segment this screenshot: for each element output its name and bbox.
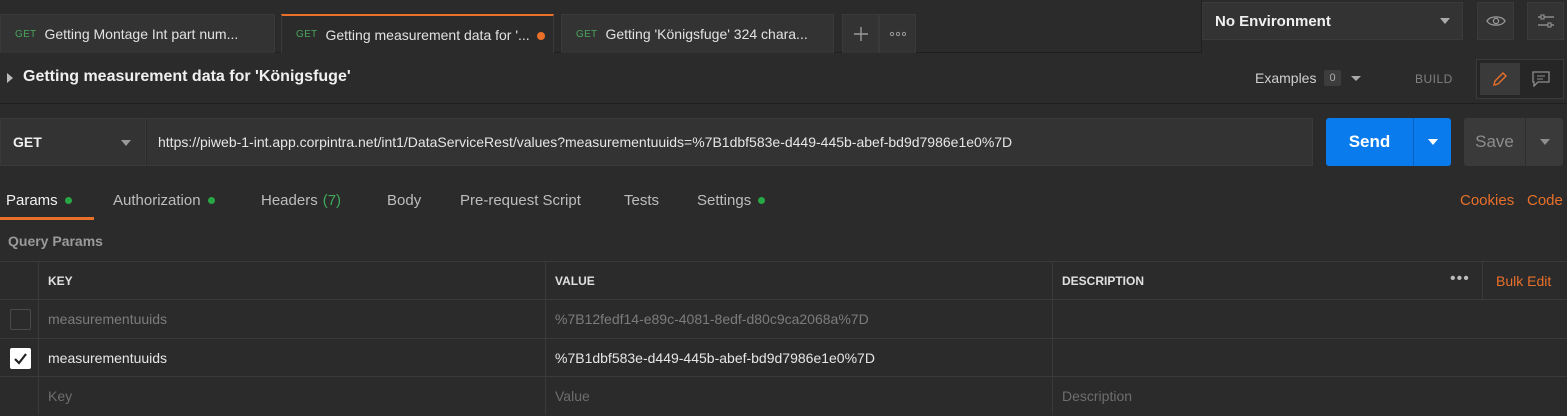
url-input[interactable]: https://piweb-1-int.app.corpintra.net/in… bbox=[146, 118, 1313, 166]
checkbox-column-header bbox=[0, 262, 38, 300]
comment-icon bbox=[1532, 71, 1550, 87]
new-tab-button[interactable] bbox=[842, 14, 879, 53]
environment-select[interactable]: No Environment bbox=[1202, 2, 1463, 40]
request-title: Getting measurement data for 'Königsfuge… bbox=[23, 68, 351, 85]
cookies-link[interactable]: Cookies bbox=[1460, 192, 1514, 209]
tab-title: Getting measurement data for '... bbox=[325, 26, 530, 43]
status-dot bbox=[758, 197, 766, 204]
checkmark-icon bbox=[14, 353, 27, 365]
save-button[interactable]: Save bbox=[1464, 118, 1563, 166]
tab-prerequest-label: Pre-request Script bbox=[460, 192, 581, 209]
mode-toggle bbox=[1476, 59, 1564, 99]
save-options-button[interactable] bbox=[1525, 118, 1563, 166]
chevron-down-icon bbox=[1350, 75, 1361, 81]
manage-environments-button[interactable] bbox=[1527, 2, 1564, 40]
bulk-edit-link[interactable]: Bulk Edit bbox=[1496, 273, 1551, 289]
tab-prerequest-script[interactable]: Pre-request Script bbox=[460, 192, 581, 209]
tab-method-label: GET bbox=[576, 28, 598, 40]
chevron-down-icon bbox=[1440, 18, 1450, 24]
chevron-down-icon bbox=[1427, 139, 1438, 145]
environment-quick-look-button[interactable] bbox=[1477, 2, 1514, 40]
code-link[interactable]: Code bbox=[1527, 192, 1563, 209]
tab-method-label: GET bbox=[296, 29, 318, 40]
tab-params-label: Params bbox=[6, 192, 58, 209]
expand-arrow-icon[interactable] bbox=[7, 73, 13, 83]
http-method-select[interactable]: GET bbox=[0, 118, 146, 166]
headers-count: (7) bbox=[322, 192, 342, 209]
examples-label: Examples bbox=[1255, 70, 1317, 86]
more-horizontal-icon bbox=[889, 31, 906, 37]
param-description-cell[interactable] bbox=[1052, 339, 1567, 377]
table-row-new: Key Value Description bbox=[0, 376, 1567, 415]
new-param-key-input[interactable]: Key bbox=[38, 377, 545, 415]
request-title-row: Getting measurement data for 'Königsfuge… bbox=[0, 53, 1567, 104]
param-key-cell[interactable]: measurementuuids bbox=[38, 339, 545, 377]
tab-body-label: Body bbox=[387, 192, 422, 209]
tab-method-label: GET bbox=[15, 28, 37, 40]
request-tab-active[interactable]: GET Getting measurement data for '... bbox=[281, 14, 554, 53]
table-row: measurementuuids %7B12fedf14-e89c-4081-8… bbox=[0, 299, 1567, 338]
active-tab-indicator bbox=[0, 217, 94, 220]
send-button-label: Send bbox=[1348, 132, 1391, 151]
tab-headers[interactable]: Headers (7) bbox=[261, 192, 341, 209]
key-column-header: KEY bbox=[38, 262, 545, 300]
send-options-button[interactable] bbox=[1413, 118, 1451, 166]
tab-headers-label: Headers bbox=[261, 192, 318, 209]
url-input-value: https://piweb-1-int.app.corpintra.net/in… bbox=[158, 134, 1013, 150]
param-description-cell[interactable] bbox=[1052, 300, 1567, 338]
tab-body[interactable]: Body bbox=[387, 192, 421, 209]
table-row: measurementuuids %7B1dbf583e-d449-445b-a… bbox=[0, 338, 1567, 377]
http-method-value: GET bbox=[13, 134, 42, 150]
param-value-cell[interactable]: %7B1dbf583e-d449-445b-abef-bd9d7986e1e0%… bbox=[545, 339, 1052, 377]
comments-button[interactable] bbox=[1521, 63, 1561, 95]
sliders-icon bbox=[1537, 14, 1554, 28]
tab-tests-label: Tests bbox=[624, 192, 660, 209]
unsaved-changes-dot bbox=[537, 32, 545, 40]
build-mode-label: BUILD bbox=[1415, 72, 1453, 86]
new-param-description-input[interactable]: Description bbox=[1052, 377, 1567, 415]
column-options-button[interactable]: ••• bbox=[1450, 270, 1470, 288]
param-enable-checkbox[interactable] bbox=[10, 309, 31, 330]
query-params-heading: Query Params bbox=[8, 233, 103, 249]
examples-count-badge: 0 bbox=[1324, 70, 1341, 86]
edit-mode-button[interactable] bbox=[1480, 63, 1520, 95]
tab-authorization[interactable]: Authorization bbox=[113, 192, 215, 209]
value-column-header: VALUE bbox=[545, 262, 1052, 300]
tab-authorization-label: Authorization bbox=[113, 192, 201, 209]
examples-dropdown[interactable]: Examples 0 bbox=[1255, 70, 1361, 86]
chevron-down-icon bbox=[1539, 139, 1550, 145]
status-dot bbox=[64, 197, 72, 204]
param-value-cell[interactable]: %7B12fedf14-e89c-4081-8edf-d80c9ca2068a%… bbox=[545, 300, 1052, 338]
tab-options-button[interactable] bbox=[879, 14, 916, 53]
plus-icon bbox=[853, 27, 868, 41]
request-subtabs: Params Authorization Headers (7) Body Pre… bbox=[0, 186, 1567, 222]
chevron-down-icon bbox=[121, 140, 131, 146]
new-param-value-input[interactable]: Value bbox=[545, 377, 1052, 415]
tab-settings[interactable]: Settings bbox=[697, 192, 766, 209]
tab-params[interactable]: Params bbox=[6, 192, 72, 209]
param-key-cell[interactable]: measurementuuids bbox=[38, 300, 545, 338]
tab-tests[interactable]: Tests bbox=[624, 192, 659, 209]
tab-title: Getting 'Königsfuge' 324 chara... bbox=[605, 26, 808, 42]
pencil-icon bbox=[1493, 72, 1507, 86]
send-button[interactable]: Send bbox=[1326, 118, 1451, 166]
request-tab[interactable]: GET Getting 'Königsfuge' 324 chara... bbox=[561, 14, 834, 53]
eye-icon bbox=[1485, 16, 1506, 26]
save-button-label: Save bbox=[1475, 132, 1514, 151]
description-column-header: DESCRIPTION bbox=[1052, 262, 1437, 300]
tab-title: Getting Montage Int part num... bbox=[44, 26, 239, 42]
status-dot bbox=[207, 197, 215, 204]
tab-settings-label: Settings bbox=[697, 192, 752, 209]
environment-select-value: No Environment bbox=[1215, 12, 1331, 30]
table-header-row: KEY VALUE DESCRIPTION ••• Bulk Edit bbox=[0, 261, 1567, 300]
param-enable-checkbox[interactable] bbox=[10, 348, 31, 369]
request-tab[interactable]: GET Getting Montage Int part num... bbox=[0, 14, 275, 53]
